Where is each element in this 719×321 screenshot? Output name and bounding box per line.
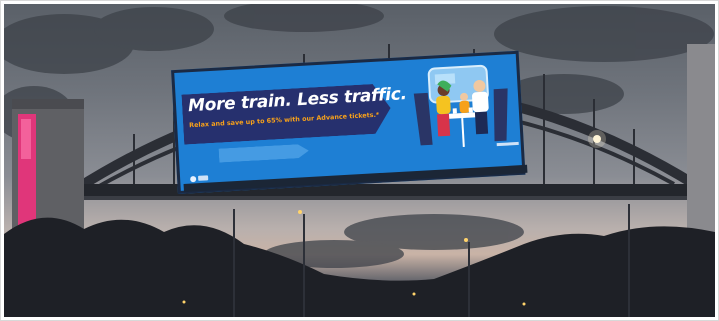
street-light (588, 130, 606, 148)
brand-logo-icon (190, 175, 197, 183)
train-passengers-icon (413, 64, 508, 148)
brand-logo-mark (198, 175, 209, 181)
chevron-graphic (219, 144, 310, 163)
bridge-deck (64, 184, 704, 200)
photo: More train. Less traffic. Relax and save… (4, 4, 715, 317)
